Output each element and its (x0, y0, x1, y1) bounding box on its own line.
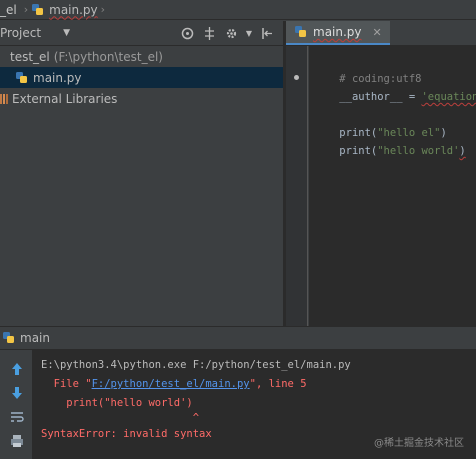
traceback-file-prefix: File " (41, 378, 92, 390)
tab-main-py[interactable]: main.py ✕ (286, 21, 390, 45)
gear-icon[interactable] (223, 25, 239, 41)
breakpoint-marker-icon (294, 75, 299, 80)
code-editor[interactable]: # coding:utf8 __author__ = 'equation' pr… (309, 46, 476, 326)
project-toolbar: ▼ (179, 25, 275, 41)
breadcrumb-file-label: main.py (49, 2, 98, 17)
print-icon[interactable] (8, 432, 26, 450)
code-text: ) (459, 145, 466, 157)
breadcrumb-file[interactable]: main.py (31, 3, 98, 17)
library-icon (0, 93, 8, 104)
tree-item-external-libraries[interactable]: External Libraries (0, 88, 283, 109)
arrow-down-icon[interactable] (8, 384, 26, 402)
project-tree: test_el (F:\python\test_el) main.py Exte… (0, 46, 283, 326)
soft-wrap-icon[interactable] (8, 408, 26, 426)
code-string: "hello el" (377, 127, 441, 139)
project-view-selector[interactable]: Project (0, 26, 41, 40)
editor-tab-bar: main.py ✕ (286, 21, 476, 46)
run-config-label[interactable]: main (20, 331, 50, 345)
hide-panel-icon[interactable] (259, 25, 275, 41)
watermark: @稀土掘金技术社区 (374, 438, 464, 449)
tree-item-main-py[interactable]: main.py (0, 67, 283, 88)
editor-gutter[interactable] (286, 46, 308, 326)
arrow-up-icon[interactable] (8, 360, 26, 378)
traceback-file-link[interactable]: F:/python/test_el/main.py (92, 378, 250, 390)
code-text: ) (440, 127, 447, 139)
code-string: "hello world' (377, 145, 460, 157)
project-folder-label: test_el (10, 49, 50, 64)
code-string: 'equation' (421, 91, 476, 103)
code-comment: # coding:utf8 (339, 73, 422, 85)
chevron-down-icon[interactable]: ▼ (245, 25, 253, 41)
tree-item-label: main.py (33, 70, 82, 85)
run-panel-header: main (0, 326, 476, 350)
console-code-line: print("hello world') (41, 397, 193, 409)
code-text: __author__ = (339, 91, 422, 103)
tree-item-label: External Libraries (12, 91, 118, 106)
project-folder-path: (F:\python\test_el) (53, 49, 163, 64)
console-caret-line: ^ (41, 412, 200, 424)
project-panel-header: Project ▼ ▼ (0, 21, 283, 46)
traceback-file-suffix: ", line 5 (249, 378, 307, 390)
locate-file-icon[interactable] (179, 25, 195, 41)
navigation-bar: _el › main.py › (0, 0, 476, 20)
tab-label: main.py (313, 25, 362, 39)
console-traceback-line: File "F:/python/test_el/main.py", line 5 (41, 375, 476, 394)
code-line: # coding:utf8 (314, 52, 476, 85)
console-command-line: E:\python3.4\python.exe F:/python/test_e… (41, 359, 351, 371)
collapse-all-icon[interactable] (201, 25, 217, 41)
python-file-icon (16, 71, 27, 83)
code-text: print( (339, 127, 378, 139)
python-run-icon (3, 332, 14, 343)
breadcrumb-project[interactable]: _el (0, 0, 21, 20)
chevron-down-icon[interactable]: ▼ (63, 28, 70, 38)
breadcrumb-separator: › (23, 3, 29, 16)
tree-item-project-root[interactable]: test_el (F:\python\test_el) (0, 46, 283, 67)
run-toolbar (0, 350, 33, 459)
close-icon[interactable]: ✕ (373, 26, 382, 39)
breadcrumb-separator: › (100, 3, 106, 16)
code-text: print( (339, 145, 378, 157)
python-file-icon (32, 3, 44, 15)
python-file-icon (295, 26, 306, 37)
